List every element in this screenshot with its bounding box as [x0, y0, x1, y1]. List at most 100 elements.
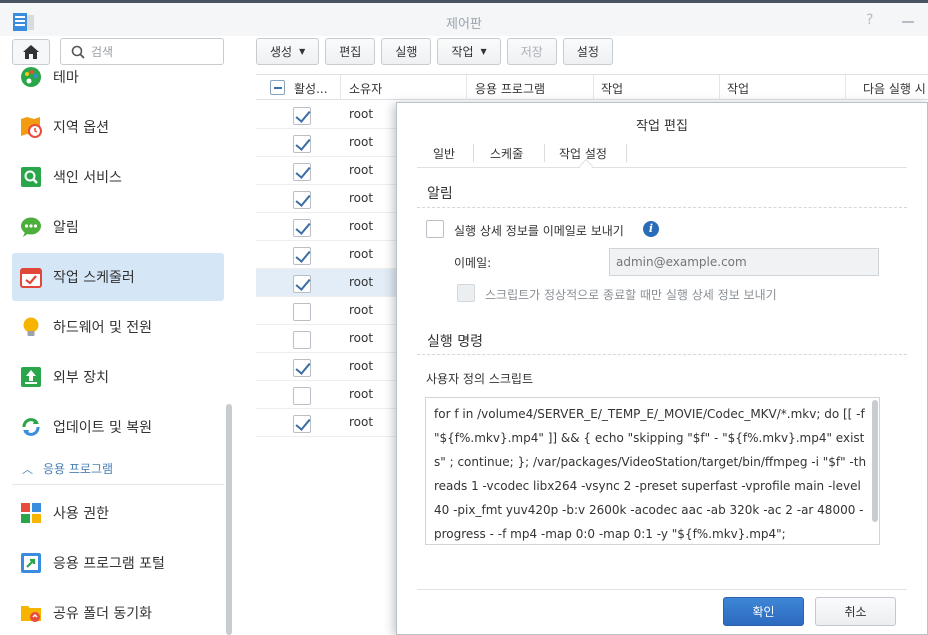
send-email-label: 실행 상세 정보를 이메일로 보내기 — [454, 224, 624, 238]
sidebar-item-regional-options[interactable]: 지역 옵션 — [12, 103, 224, 151]
select-all-checkbox[interactable] — [270, 80, 285, 95]
enabled-checkbox[interactable] — [293, 387, 311, 405]
sidebar-group-applications[interactable]: ︿ 응용 프로그램 — [22, 460, 113, 477]
owner-cell: root — [349, 275, 374, 289]
table-row[interactable]: root — [256, 325, 396, 353]
footer-divider — [417, 589, 907, 590]
sidebar-item-label: 하드웨어 및 전원 — [53, 320, 153, 336]
tab-divider — [626, 144, 627, 162]
window-titlebar: 제어판 ? — [0, 0, 928, 36]
script-scrollbar[interactable] — [872, 400, 878, 522]
table-header: 활성... 소유자 응용 프로그램 작업 작업 다음 실행 시 — [256, 74, 928, 100]
enabled-checkbox[interactable] — [293, 359, 311, 377]
table-row[interactable]: root — [256, 353, 396, 381]
sidebar-item-label: 외부 장치 — [53, 370, 109, 386]
sidebar-item-label: 알림 — [53, 220, 79, 236]
table-row[interactable]: root — [256, 409, 396, 437]
script-textarea[interactable]: for f in /volume4/SERVER_E/_TEMP_E/_MOVI… — [425, 397, 880, 545]
ok-button[interactable]: 확인 — [723, 597, 804, 626]
column-header-task[interactable]: 작업 — [601, 80, 623, 97]
sidebar-divider — [12, 484, 224, 485]
column-divider — [466, 75, 467, 100]
tab-divider — [544, 144, 545, 162]
sidebar: 테마 지역 옵션 색인 서비스 알림 작업 스케줄러 하드웨어 및 전원 외 — [0, 36, 240, 635]
email-label: 이메일: — [454, 256, 492, 270]
chat-bubble-icon — [20, 216, 42, 238]
tab-task-settings[interactable]: 작업 설정 — [559, 145, 607, 162]
table-row[interactable]: root — [256, 297, 396, 325]
enabled-checkbox[interactable] — [293, 135, 311, 153]
owner-cell: root — [349, 359, 374, 373]
minimize-button[interactable] — [902, 21, 914, 23]
owner-cell: root — [349, 415, 374, 429]
table-row[interactable]: root — [256, 241, 396, 269]
enabled-checkbox[interactable] — [293, 219, 311, 237]
owner-cell: root — [349, 107, 374, 121]
sidebar-item-application-portal[interactable]: 응용 프로그램 포털 — [12, 539, 224, 587]
toolbar: 생성 ▼ 편집 실행 작업 ▼ 저장 설정 — [256, 38, 613, 66]
info-icon[interactable]: i — [643, 221, 659, 237]
column-header-application[interactable]: 응용 프로그램 — [475, 80, 545, 97]
map-clock-icon — [20, 116, 42, 138]
create-label: 생성 — [270, 45, 293, 59]
help-button[interactable]: ? — [866, 12, 873, 28]
table-row[interactable]: root — [256, 213, 396, 241]
enabled-checkbox[interactable] — [293, 415, 311, 433]
settings-button[interactable]: 설정 — [562, 38, 613, 65]
sidebar-item-task-scheduler[interactable]: 작업 스케줄러 — [12, 253, 224, 301]
tab-general[interactable]: 일반 — [433, 145, 455, 162]
dialog-tabs: 일반 스케줄 작업 설정 — [417, 138, 907, 168]
column-header-owner[interactable]: 소유자 — [349, 80, 382, 97]
sidebar-item-label: 응용 프로그램 포털 — [53, 556, 165, 572]
sidebar-scrollbar[interactable] — [226, 404, 232, 635]
sidebar-item-theme[interactable]: 테마 — [12, 53, 224, 101]
table-row[interactable]: root — [256, 101, 396, 129]
sidebar-item-notification[interactable]: 알림 — [12, 203, 224, 251]
enabled-checkbox[interactable] — [293, 107, 311, 125]
settings-label: 설정 — [576, 45, 599, 59]
save-label: 저장 — [520, 45, 543, 59]
column-header-action[interactable]: 작업 — [727, 80, 749, 97]
action-button[interactable]: 작업 ▼ — [437, 38, 501, 65]
email-input[interactable] — [609, 248, 879, 276]
column-header-enabled[interactable]: 활성... — [294, 80, 328, 97]
enabled-checkbox[interactable] — [293, 275, 311, 293]
sidebar-item-external-devices[interactable]: 외부 장치 — [12, 353, 224, 401]
run-button[interactable]: 실행 — [381, 38, 432, 65]
sidebar-item-label: 업데이트 및 복원 — [53, 420, 153, 436]
save-button[interactable]: 저장 — [506, 38, 557, 65]
enabled-checkbox[interactable] — [293, 191, 311, 209]
edit-task-dialog: 작업 편집 일반 스케줄 작업 설정 알림 실행 상세 정보를 이메일로 보내기… — [396, 102, 928, 635]
enabled-checkbox[interactable] — [293, 247, 311, 265]
sidebar-item-shared-folder-sync[interactable]: 공유 폴더 동기화 — [12, 589, 224, 635]
section-divider — [417, 354, 907, 355]
sidebar-item-label: 테마 — [53, 70, 79, 86]
section-divider — [417, 207, 907, 208]
column-header-next-run[interactable]: 다음 실행 시 — [863, 80, 926, 97]
owner-cell: root — [349, 135, 374, 149]
table-row[interactable]: root — [256, 185, 396, 213]
owner-cell: root — [349, 387, 374, 401]
tab-schedule[interactable]: 스케줄 — [490, 145, 523, 162]
send-email-checkbox[interactable] — [426, 220, 444, 238]
edit-button[interactable]: 편집 — [325, 38, 376, 65]
sidebar-item-privileges[interactable]: 사용 권한 — [12, 489, 224, 537]
cancel-button[interactable]: 취소 — [815, 597, 896, 626]
sidebar-item-indexing-service[interactable]: 색인 서비스 — [12, 153, 224, 201]
abnormal-only-checkbox[interactable] — [457, 284, 475, 302]
enabled-checkbox[interactable] — [293, 303, 311, 321]
owner-cell: root — [349, 331, 374, 345]
table-row[interactable]: root — [256, 381, 396, 409]
sidebar-item-hardware-power[interactable]: 하드웨어 및 전원 — [12, 303, 224, 351]
enabled-checkbox[interactable] — [293, 163, 311, 181]
sidebar-item-update-restore[interactable]: 업데이트 및 복원 — [12, 403, 224, 451]
create-button[interactable]: 생성 ▼ — [256, 38, 320, 65]
table-row[interactable]: root — [256, 269, 396, 297]
update-arrows-icon — [20, 416, 42, 438]
enabled-checkbox[interactable] — [293, 331, 311, 349]
folder-sync-icon — [20, 602, 42, 624]
table-row[interactable]: root — [256, 157, 396, 185]
table-row[interactable]: root — [256, 129, 396, 157]
owner-cell: root — [349, 191, 374, 205]
owner-cell: root — [349, 219, 374, 233]
